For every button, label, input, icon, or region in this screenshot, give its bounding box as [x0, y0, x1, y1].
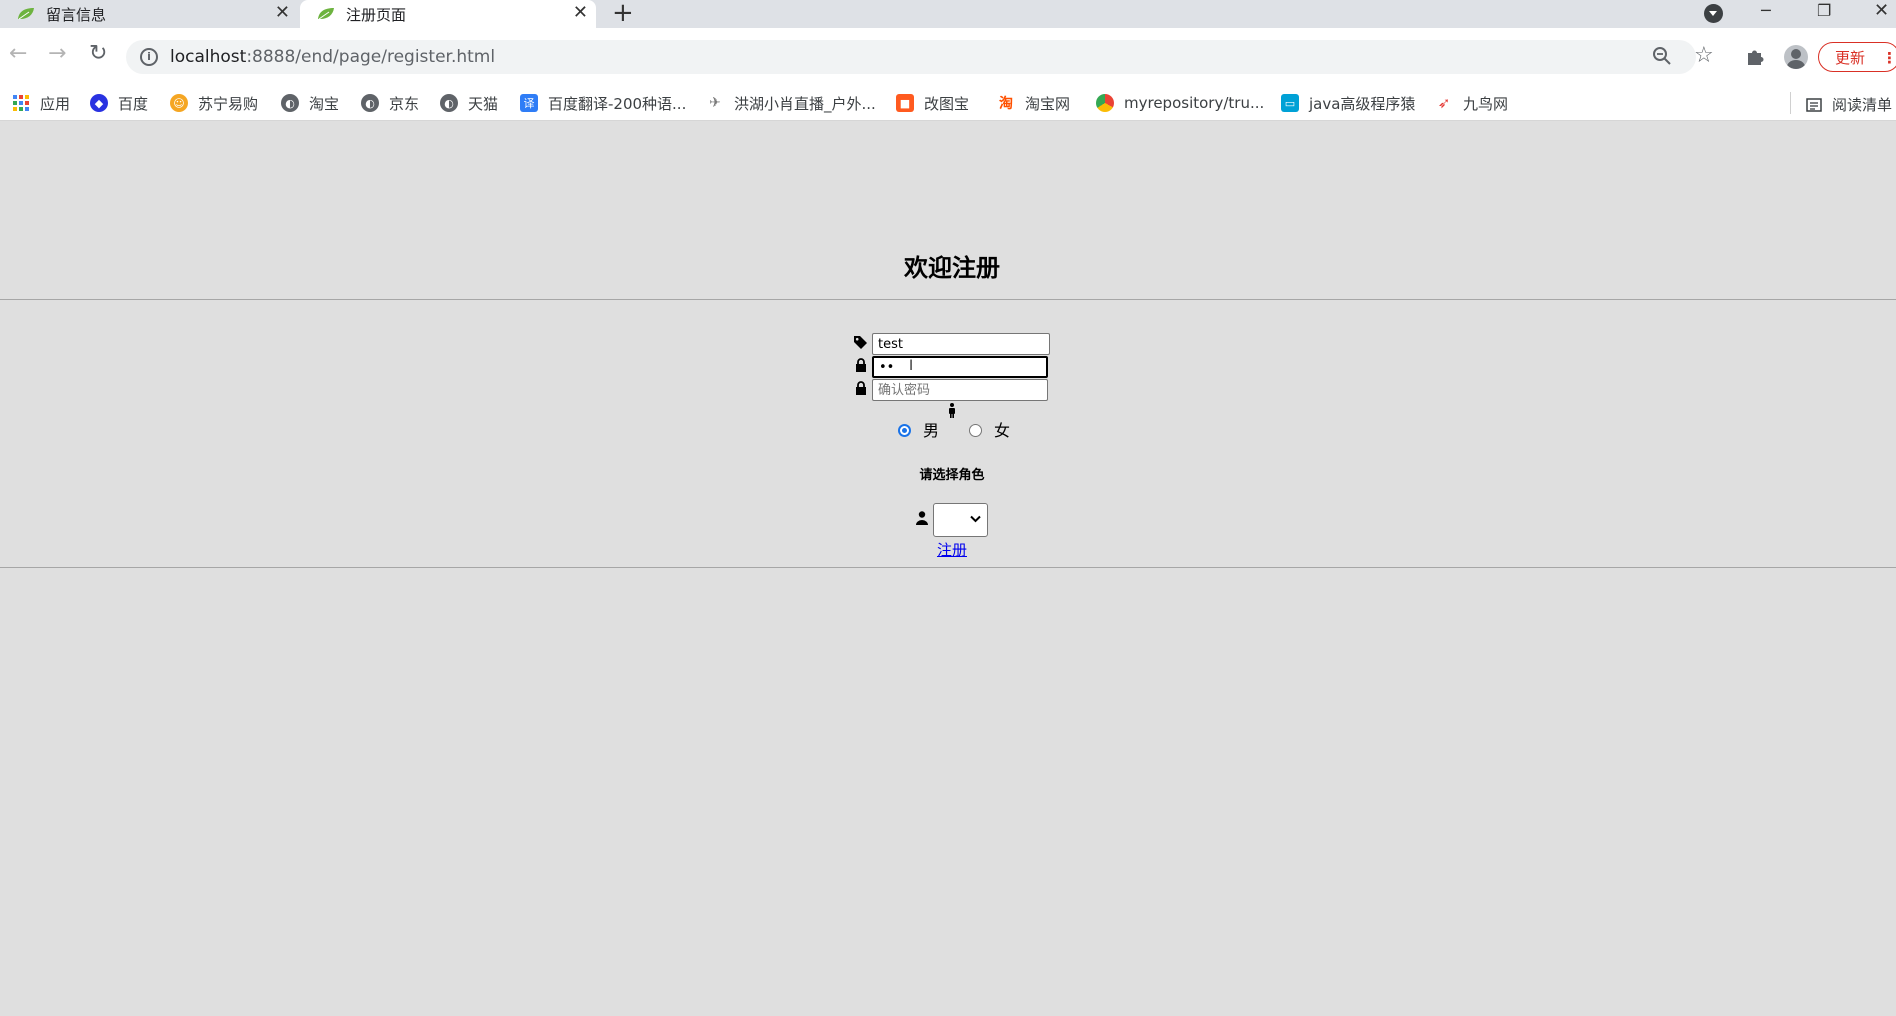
bookmark-taobao-net[interactable]: 淘 淘宝网: [997, 94, 1071, 113]
bookmarks-divider: [1790, 92, 1791, 114]
forward-arrow-icon[interactable]: →: [48, 42, 66, 66]
bookmark-label: 九鸟网: [1463, 94, 1509, 113]
tab-title: 注册页面: [346, 5, 407, 24]
lock-icon: [856, 358, 866, 372]
bookmark-label: java高级程序猿: [1309, 94, 1416, 113]
tab-close-icon[interactable]: ✕: [573, 4, 588, 22]
bookmark-suning[interactable]: ☺ 苏宁易购: [170, 94, 259, 113]
password-input[interactable]: [872, 356, 1048, 378]
bookmark-label: 淘宝网: [1025, 94, 1071, 113]
bookmark-label: 天猫: [468, 94, 499, 113]
reading-list-button[interactable]: 阅读清单: [1806, 94, 1892, 115]
bookmark-jd[interactable]: ◐ 京东: [361, 94, 420, 113]
window-close-button[interactable]: ✕: [1874, 0, 1889, 22]
bilibili-tv-icon: ▭: [1281, 94, 1299, 112]
bookmark-java-programmer[interactable]: ▭ java高级程序猿: [1281, 94, 1416, 113]
reading-list-icon: [1806, 97, 1822, 112]
bookmark-gaitubao[interactable]: ■ 改图宝: [896, 94, 970, 113]
site-info-icon[interactable]: i: [140, 48, 158, 66]
divider: [0, 299, 1896, 300]
bookmark-tmall[interactable]: ◐ 天猫: [440, 94, 499, 113]
register-link[interactable]: 注册: [0, 539, 1896, 560]
bookmark-label: 洪湖小肖直播_户外...: [734, 94, 876, 113]
leaf-favicon: [318, 8, 334, 20]
bookmark-apps[interactable]: 应用: [12, 94, 71, 113]
back-arrow-icon[interactable]: ←: [9, 42, 27, 66]
confirm-password-input[interactable]: [872, 379, 1048, 401]
suning-lion-icon: ☺: [170, 94, 188, 112]
extensions-puzzle-icon[interactable]: [1744, 45, 1766, 67]
reading-list-label: 阅读清单: [1832, 96, 1893, 114]
bird-icon: ✈: [709, 95, 721, 111]
gender-female-label: 女: [994, 421, 1011, 440]
role-select[interactable]: [933, 503, 988, 537]
role-heading: 请选择角色: [919, 468, 985, 483]
reload-icon[interactable]: ↻: [89, 42, 107, 66]
bookmark-baidu-translate[interactable]: 译 百度翻译-200种语...: [520, 94, 687, 113]
leaf-favicon: [18, 8, 34, 20]
menu-dots-icon: ⋮: [1882, 49, 1896, 67]
restore-button[interactable]: ❐: [1817, 0, 1831, 22]
bookmark-taobao[interactable]: ◐ 淘宝: [281, 94, 340, 113]
globe-icon: ◐: [361, 94, 379, 112]
tab-close-icon[interactable]: ✕: [275, 4, 290, 22]
tab-register[interactable]: 注册页面 ✕: [300, 0, 596, 28]
red-bird-icon: ➶: [1437, 94, 1451, 112]
url-path: :8888/end/page/register.html: [246, 47, 496, 67]
new-tab-button[interactable]: +: [612, 0, 634, 26]
gaitubao-icon: ■: [896, 94, 914, 112]
bookmark-star-icon[interactable]: ☆: [1694, 44, 1714, 68]
tab-guestbook[interactable]: 留言信息 ✕: [0, 0, 298, 28]
globe-icon: ◐: [440, 94, 458, 112]
chrome-style-icon: [1096, 94, 1114, 112]
divider: [0, 567, 1896, 568]
globe-icon: ◐: [281, 94, 299, 112]
bookmark-label: 百度翻译-200种语...: [548, 94, 687, 113]
bookmark-label: 应用: [40, 94, 71, 113]
gender-male-radio[interactable]: [898, 424, 911, 437]
update-button[interactable]: 更新 ⋮: [1818, 42, 1896, 72]
profile-avatar-icon[interactable]: [1784, 45, 1808, 69]
zoom-icon[interactable]: [1652, 46, 1672, 66]
bookmark-jiuniao[interactable]: ➶ 九鸟网: [1435, 94, 1509, 113]
bookmark-label: myrepository/tru...: [1124, 94, 1265, 112]
update-label: 更新: [1835, 49, 1866, 67]
tab-title: 留言信息: [46, 5, 107, 24]
person-gender-icon: [949, 403, 955, 418]
baidu-paw-icon: ◆: [90, 94, 108, 112]
bookmark-baidu[interactable]: ◆ 百度: [90, 94, 149, 113]
bookmark-label: 苏宁易购: [198, 94, 259, 113]
url-host: localhost: [170, 47, 247, 67]
bookmark-myrepository[interactable]: myrepository/tru...: [1096, 94, 1264, 112]
username-input[interactable]: [872, 333, 1050, 355]
bookmark-label: 改图宝: [924, 94, 970, 113]
bookmark-honghu-live[interactable]: ✈ 洪湖小肖直播_户外...: [706, 94, 876, 113]
user-icon: [916, 511, 928, 525]
bookmark-label: 京东: [389, 94, 420, 113]
bookmark-label: 百度: [118, 94, 149, 113]
tab-search-icon[interactable]: [1704, 4, 1723, 23]
tag-icon: [854, 336, 867, 349]
bookmark-label: 淘宝: [309, 94, 340, 113]
minimize-button[interactable]: ─: [1761, 0, 1771, 22]
taobao-icon: 淘: [999, 96, 1013, 112]
lock-icon: [856, 381, 866, 395]
page-title: 欢迎注册: [904, 254, 1000, 282]
translate-icon: 译: [520, 94, 538, 112]
url-text[interactable]: localhost:8888/end/page/register.html: [170, 46, 495, 68]
gender-female-radio[interactable]: [969, 424, 982, 437]
gender-male-label: 男: [923, 421, 940, 440]
chevron-down-icon: [970, 515, 981, 523]
text-cursor-icon: I: [909, 358, 914, 374]
apps-grid-icon: [12, 94, 30, 112]
